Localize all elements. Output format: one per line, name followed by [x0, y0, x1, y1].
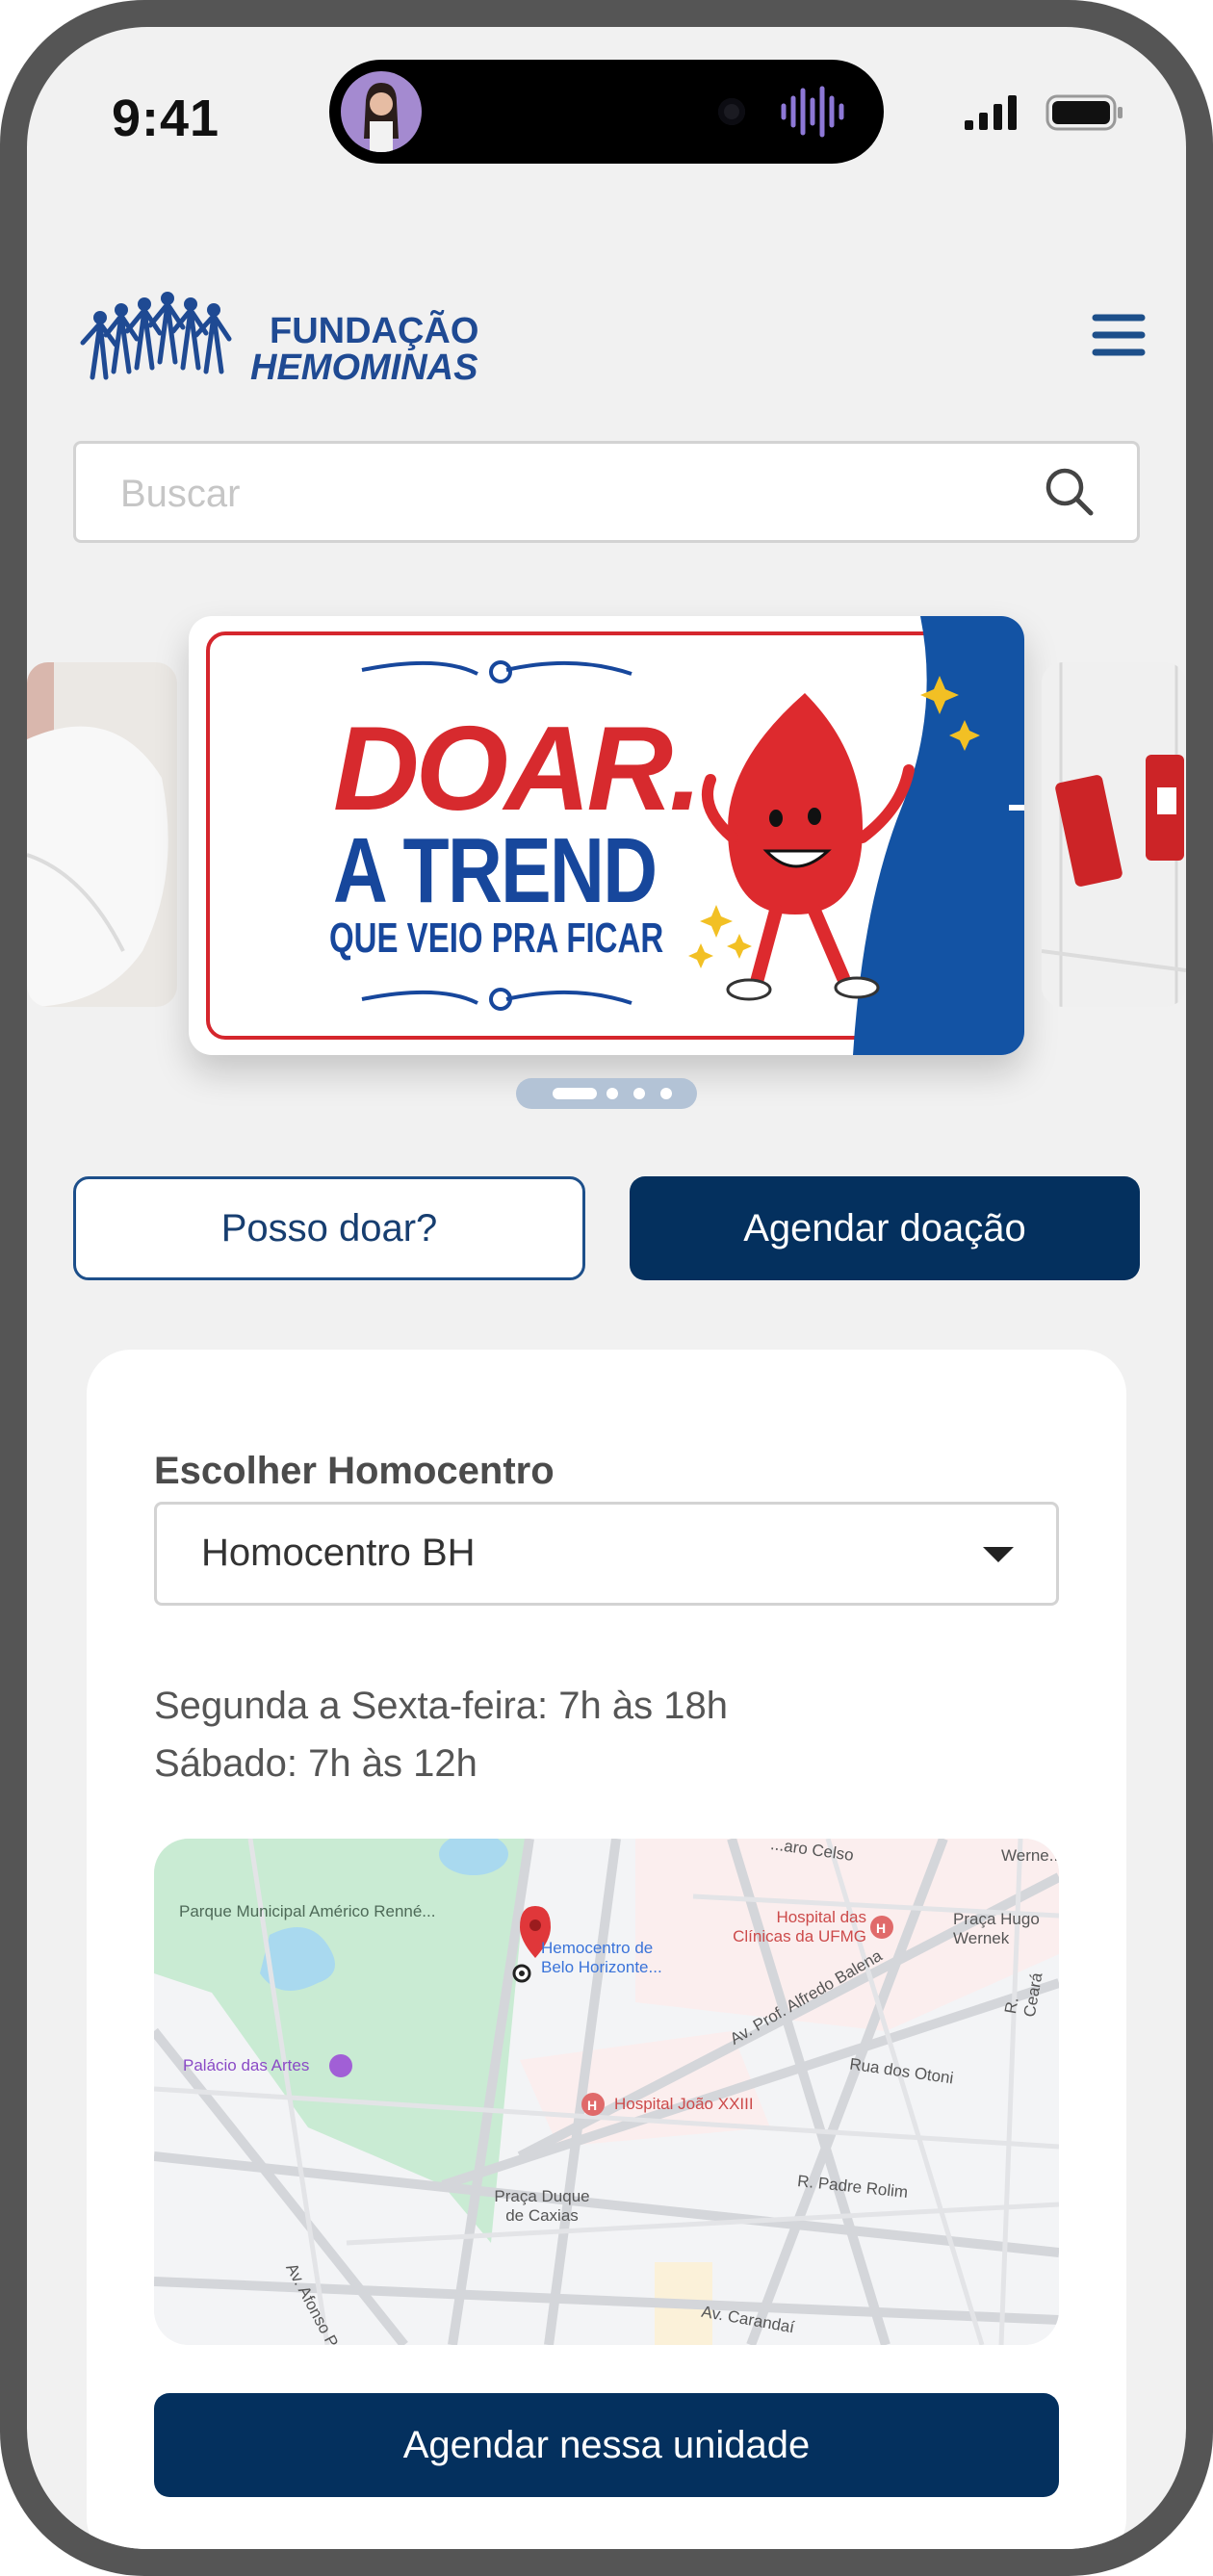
- location-map[interactable]: H H Parque Municipal Américo Renné... He…: [154, 1839, 1059, 2345]
- map-label-praca-hugo: Praça Hugo Wernek: [953, 1910, 1040, 1947]
- carousel-pagination[interactable]: [516, 1078, 697, 1109]
- map-label-palacio: Palácio das Artes: [183, 2056, 310, 2074]
- hours-saturday: Sábado: 7h às 12h: [154, 1742, 477, 1785]
- banner-title-line1: DOAR.: [333, 703, 703, 836]
- carousel-dot[interactable]: [606, 1088, 618, 1099]
- logo-text-line2: HEMOMINAS: [250, 348, 477, 388]
- signal-icon: [965, 95, 1019, 135]
- hamburger-menu-icon[interactable]: [1090, 306, 1148, 364]
- map-label-hospital-clinicas: Hospital das Clínicas da UFMG: [733, 1908, 866, 1945]
- camera-icon: [718, 98, 745, 125]
- banner-title-line2: A TREND: [333, 819, 658, 922]
- banner-title-line3: QUE VEIO PRA FICAR: [329, 914, 664, 962]
- carousel-dot[interactable]: [633, 1088, 645, 1099]
- chevron-down-icon[interactable]: [983, 1547, 1014, 1562]
- battery-icon: [1045, 94, 1124, 136]
- carousel-slide-prev[interactable]: [27, 662, 177, 1007]
- hours-weekdays: Segunda a Sexta-feira: 7h às 18h: [154, 1685, 728, 1727]
- map-label-praca-duque: Praça Duque de Caxias: [494, 2187, 590, 2225]
- caller-avatar: [341, 71, 422, 152]
- schedule-donation-button[interactable]: Agendar doação: [630, 1176, 1140, 1280]
- carousel-banner[interactable]: DOAR. A TREND QUE VEIO PRA FICAR: [189, 616, 1024, 1055]
- center-select-label: Escolher Homocentro: [154, 1450, 555, 1492]
- logo-text-line1: FUNDAÇÃO: [270, 309, 478, 351]
- carousel-dot-active[interactable]: [553, 1088, 597, 1099]
- status-time: 9:41: [112, 90, 220, 147]
- dynamic-island: [329, 60, 884, 164]
- center-card: Escolher Homocentro Homocentro BH Segund…: [87, 1350, 1126, 2549]
- map-label-hospital-joao: Hospital João XXIII: [614, 2095, 754, 2113]
- search-input[interactable]: Buscar: [73, 441, 1140, 543]
- search-icon[interactable]: [1043, 465, 1097, 524]
- phone-frame: 9:41 FUNDAÇÃO HEMOMINAS Buscar DOAR. A T…: [0, 0, 1213, 2576]
- svg-text:H: H: [876, 1920, 886, 1936]
- phone-screen: 9:41 FUNDAÇÃO HEMOMINAS Buscar DOAR. A T…: [27, 27, 1186, 2549]
- hemominas-logo[interactable]: FUNDAÇÃO HEMOMINAS: [77, 285, 481, 396]
- audio-wave-icon: [778, 85, 855, 143]
- status-icons: [965, 94, 1124, 136]
- carousel-dot[interactable]: [660, 1088, 672, 1099]
- svg-text:H: H: [587, 2098, 597, 2113]
- map-label-wernek: Werne...: [1001, 1846, 1059, 1865]
- schedule-at-unit-button[interactable]: Agendar nessa unidade: [154, 2393, 1059, 2497]
- carousel-slide-next[interactable]: [1042, 662, 1186, 1007]
- center-select-value: Homocentro BH: [201, 1532, 476, 1574]
- center-select[interactable]: Homocentro BH: [154, 1502, 1059, 1606]
- map-label-park: Parque Municipal Américo Renné...: [179, 1902, 436, 1920]
- map-label-hemocentro: Hemocentro de Belo Horizonte...: [541, 1939, 662, 1976]
- search-placeholder: Buscar: [120, 473, 241, 515]
- can-donate-button[interactable]: Posso doar?: [73, 1176, 585, 1280]
- opening-hours: Segunda a Sexta-feira: 7h às 18h Sábado:…: [154, 1677, 728, 1792]
